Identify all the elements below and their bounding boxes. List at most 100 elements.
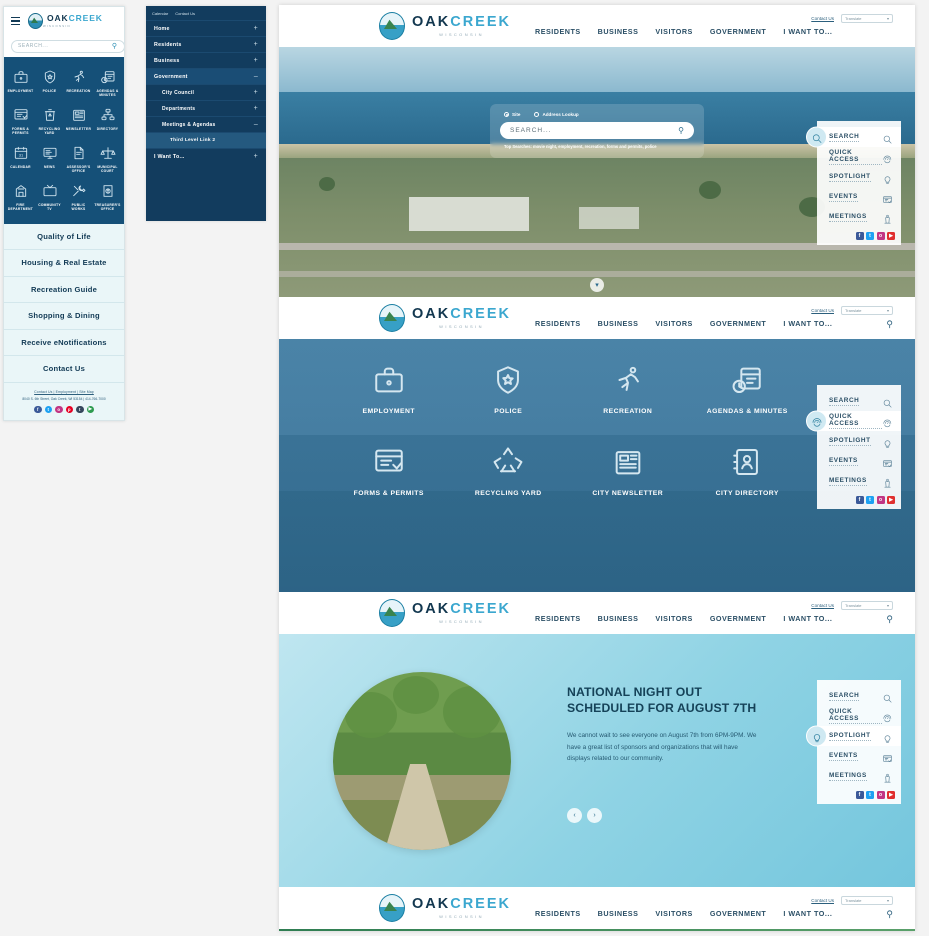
nav-residents[interactable]: RESIDENTS [535, 27, 581, 36]
menu-item-departments[interactable]: Departments + [146, 100, 266, 116]
nav-business[interactable]: BUSINESS [598, 614, 639, 623]
mobile-tile-community-tv[interactable]: COMMUNITY TV [35, 178, 64, 216]
mobile-tile-recycling-yard[interactable]: RECYCLING YARD [35, 102, 64, 140]
quick-access-tile-recreation[interactable]: RECREATION [568, 363, 688, 415]
menu-utility-contact-us[interactable]: Contact Us [175, 11, 195, 16]
site-logo[interactable]: OAKCREEK WISCONSIN [379, 304, 511, 332]
radio-address-lookup[interactable]: Address Lookup [534, 112, 579, 117]
side-panel-meetings[interactable]: MEETINGS [817, 766, 901, 786]
top-searches-text[interactable]: Top Searches: movie night, employment, r… [500, 144, 694, 149]
quick-access-tile-employment[interactable]: EMPLOYMENT [329, 363, 449, 415]
nav-government[interactable]: GOVERNMENT [710, 909, 767, 918]
nav-i-want-to[interactable]: I WANT TO... [783, 27, 832, 36]
mobile-link-receive-enotifications[interactable]: Receive eNotifications [4, 330, 124, 356]
mobile-tile-municipal-court[interactable]: MUNICIPAL COURT [93, 140, 122, 178]
menu-item-business[interactable]: Business + [146, 52, 266, 68]
menu-toggle-icon[interactable]: – [254, 73, 258, 80]
side-panel-events[interactable]: EVENTS [817, 187, 901, 207]
youtube-icon[interactable]: ▶ [86, 405, 94, 413]
mobile-tile-treasurer-s-office[interactable]: TREASURER'S OFFICE [93, 178, 122, 216]
search-icon[interactable]: ⚲ [886, 614, 893, 625]
nav-visitors[interactable]: VISITORS [655, 27, 692, 36]
site-logo[interactable]: OAKCREEK WISCONSIN [379, 894, 511, 922]
contact-us-link[interactable]: Contact Us [811, 898, 834, 903]
instagram-icon[interactable]: o [876, 496, 885, 504]
nav-i-want-to[interactable]: I WANT TO... [783, 909, 832, 918]
menu-utility-calendar[interactable]: Calendar [152, 11, 168, 16]
pinterest-icon[interactable]: p [65, 405, 73, 413]
mobile-link-shopping-dining[interactable]: Shopping & Dining [4, 303, 124, 330]
mobile-link-housing-real-estate[interactable]: Housing & Real Estate [4, 250, 124, 277]
twitter-icon[interactable]: t [866, 496, 874, 504]
nav-business[interactable]: BUSINESS [598, 319, 639, 328]
menu-toggle-icon[interactable]: + [254, 41, 258, 48]
mobile-tile-public-works[interactable]: PUBLIC WORKS [64, 178, 93, 216]
side-panel-meetings[interactable]: MEETINGS [817, 207, 901, 227]
quick-access-tile-forms-permits[interactable]: FORMS & PERMITS [329, 445, 449, 497]
nav-business[interactable]: BUSINESS [598, 27, 639, 36]
facebook-icon[interactable]: f [855, 232, 864, 240]
mobile-link-quality-of-life[interactable]: Quality of Life [4, 224, 124, 250]
contact-us-link[interactable]: Contact Us [811, 16, 834, 21]
twitter-icon[interactable]: t [866, 232, 874, 240]
menu-item-city-council[interactable]: City Council + [146, 84, 266, 100]
youtube-icon[interactable]: ▶ [887, 496, 895, 504]
mobile-logo[interactable]: OAKCREEK WISCONSIN [28, 13, 103, 29]
mobile-tile-calendar[interactable]: 31 CALENDAR [6, 140, 35, 178]
side-panel-search[interactable]: SEARCH [817, 391, 901, 411]
mobile-tile-employment[interactable]: EMPLOYMENT [6, 64, 35, 102]
scroll-down-icon[interactable]: ▾ [590, 278, 604, 292]
menu-item-residents[interactable]: Residents + [146, 36, 266, 52]
translate-select[interactable]: Translate ▾ [841, 601, 893, 610]
menu-item-third-level-link-2[interactable]: Third Level Link 2 [146, 132, 266, 148]
translate-select[interactable]: Translate ▾ [841, 306, 893, 315]
mobile-tile-newsletter[interactable]: NEWSLETTER [64, 102, 93, 140]
twitter-icon[interactable]: t [44, 405, 52, 413]
carousel-next-button[interactable]: › [587, 808, 602, 823]
menu-toggle-icon[interactable]: + [254, 153, 258, 160]
nav-visitors[interactable]: VISITORS [655, 319, 692, 328]
menu-toggle-icon[interactable]: + [254, 105, 258, 112]
radio-site[interactable]: Site [504, 112, 520, 117]
site-logo[interactable]: OAKCREEK WISCONSIN [379, 599, 511, 627]
nav-government[interactable]: GOVERNMENT [710, 27, 767, 36]
menu-item-i-want-to[interactable]: I Want To... + [146, 148, 266, 164]
nav-business[interactable]: BUSINESS [598, 909, 639, 918]
quick-access-tile-police[interactable]: POLICE [449, 363, 569, 415]
side-panel-events[interactable]: EVENTS [817, 746, 901, 766]
mobile-tile-fire-department[interactable]: FIRE DEPARTMENT [6, 178, 35, 216]
mobile-link-contact-us[interactable]: Contact Us [4, 356, 124, 383]
menu-toggle-icon[interactable]: – [254, 121, 258, 128]
search-icon[interactable]: ⚲ [886, 909, 893, 920]
mobile-tile-news[interactable]: NEWS [35, 140, 64, 178]
instagram-icon[interactable]: o [55, 405, 63, 413]
side-panel-quick-access[interactable]: QUICK ACCESS [817, 706, 901, 726]
menu-item-home[interactable]: Home + [146, 20, 266, 36]
side-panel-quick-access[interactable]: QUICK ACCESS [806, 410, 901, 432]
youtube-icon[interactable]: ▶ [887, 791, 895, 799]
menu-item-government[interactable]: Government – [146, 68, 266, 84]
menu-item-meetings-agendas[interactable]: Meetings & Agendas – [146, 116, 266, 132]
side-panel-spotlight[interactable]: SPOTLIGHT [806, 725, 901, 747]
contact-us-link[interactable]: Contact Us [811, 603, 834, 608]
quick-access-tile-recycling-yard[interactable]: RECYCLING YARD [449, 445, 569, 497]
nav-i-want-to[interactable]: I WANT TO... [783, 614, 832, 623]
side-panel-meetings[interactable]: MEETINGS [817, 471, 901, 491]
side-panel-spotlight[interactable]: SPOTLIGHT [817, 167, 901, 187]
mobile-tile-directory[interactable]: DIRECTORY [93, 102, 122, 140]
facebook-icon[interactable]: f [34, 405, 42, 413]
quick-access-tile-agendas-minutes[interactable]: AGENDAS & MINUTES [688, 363, 808, 415]
side-panel-search[interactable]: SEARCH [817, 686, 901, 706]
nav-residents[interactable]: RESIDENTS [535, 909, 581, 918]
side-panel-search[interactable]: SEARCH [806, 126, 901, 148]
menu-toggle-icon[interactable]: + [254, 89, 258, 96]
instagram-icon[interactable]: o [876, 232, 885, 240]
instagram-icon[interactable]: o [876, 791, 885, 799]
mobile-tile-forms-permits[interactable]: FORMS & PERMITS [6, 102, 35, 140]
nav-i-want-to[interactable]: I WANT TO... [783, 319, 832, 328]
search-icon[interactable]: ⚲ [112, 42, 117, 50]
mobile-tile-recreation[interactable]: RECREATION [64, 64, 93, 102]
mobile-tile-police[interactable]: POLICE [35, 64, 64, 102]
nav-government[interactable]: GOVERNMENT [710, 319, 767, 328]
site-logo[interactable]: OAKCREEK WISCONSIN [379, 12, 511, 40]
